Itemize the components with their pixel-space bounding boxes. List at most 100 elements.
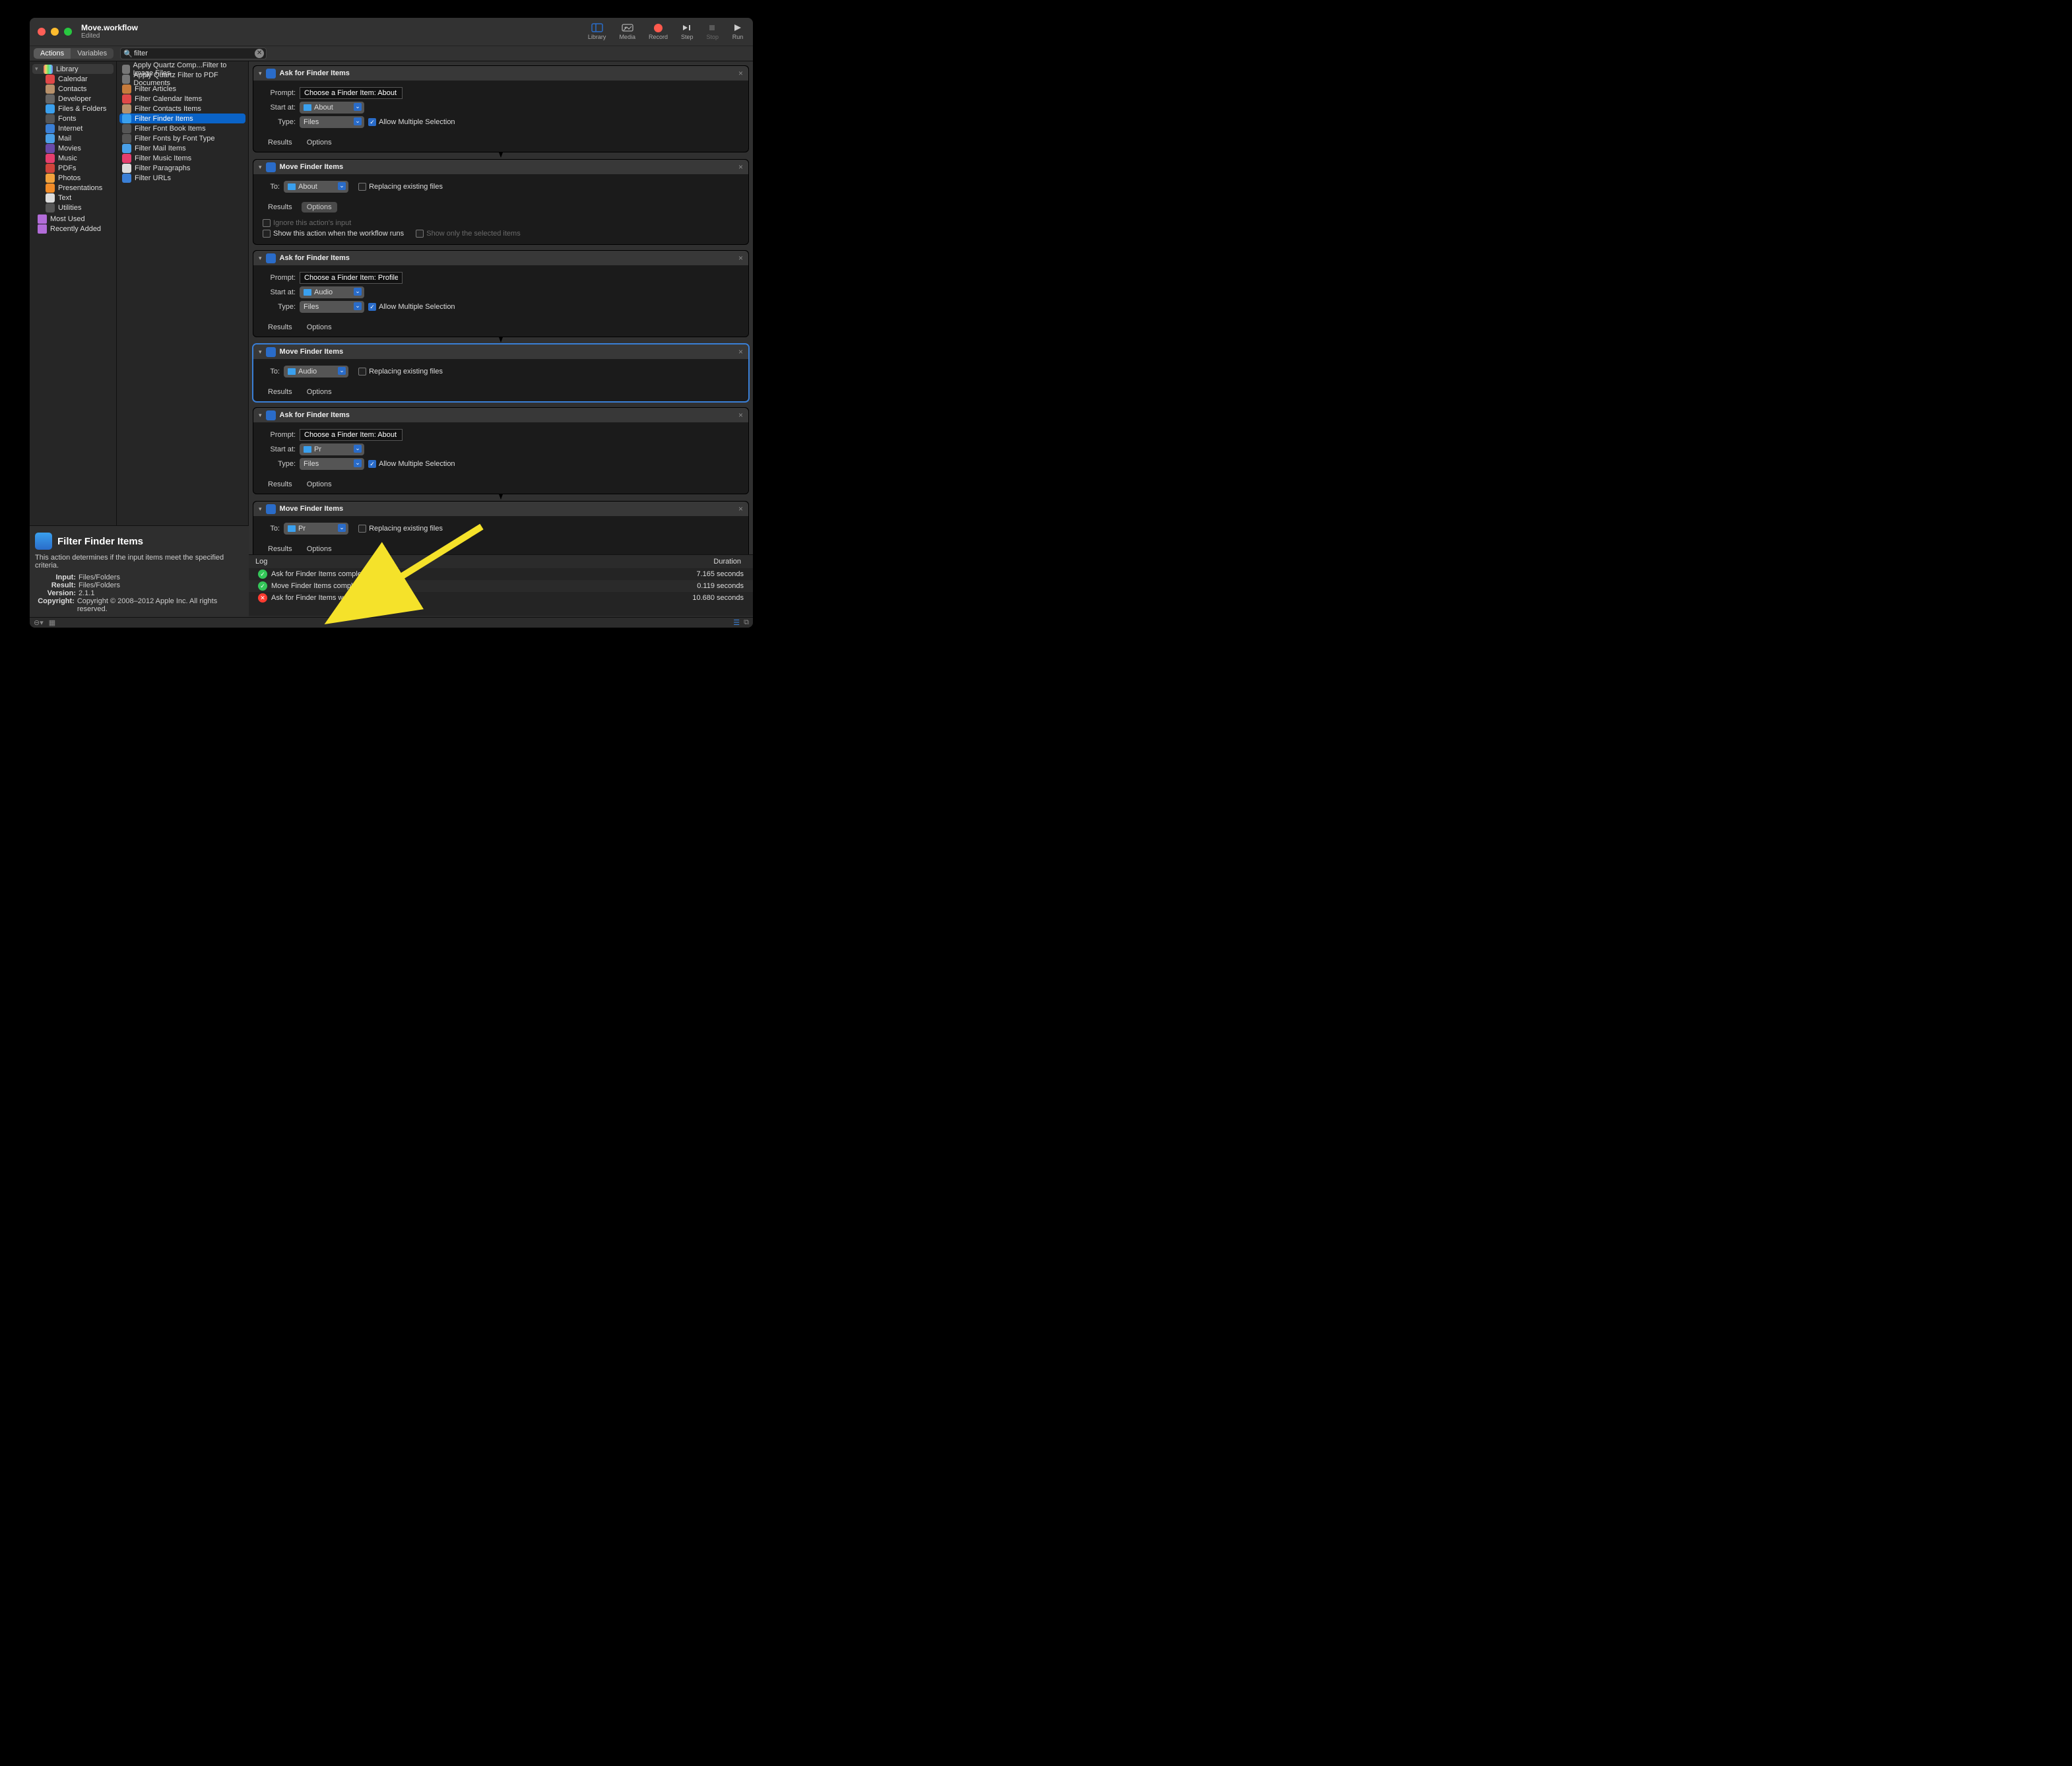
library-item[interactable]: Photos <box>30 173 116 183</box>
checkbox[interactable]: Allow Multiple Selection <box>368 460 455 468</box>
library-item[interactable]: Movies <box>30 143 116 153</box>
search-input[interactable] <box>120 48 267 59</box>
disclosure-icon[interactable]: ▾ <box>259 164 262 171</box>
results-button[interactable]: Results <box>263 479 298 490</box>
remove-action-button[interactable]: × <box>738 69 743 78</box>
smart-folder-item[interactable]: Most Used <box>30 214 116 224</box>
action-header[interactable]: ▾ Move Finder Items × <box>253 502 748 516</box>
smart-folder-item[interactable]: Recently Added <box>30 224 116 234</box>
checkbox[interactable]: Replacing existing files <box>358 183 443 191</box>
ask-finder-items-action[interactable]: ▾ Ask for Finder Items × Prompt: Start a… <box>253 407 749 494</box>
action-list-item[interactable]: Filter URLs <box>117 173 248 183</box>
action-list-item[interactable]: Filter Music Items <box>117 153 248 163</box>
action-list-item[interactable]: Filter Paragraphs <box>117 163 248 173</box>
library-item[interactable]: Music <box>30 153 116 163</box>
run-button[interactable]: Run <box>732 23 744 40</box>
action-header[interactable]: ▾ Move Finder Items × <box>253 344 748 359</box>
library-item[interactable]: Files & Folders <box>30 104 116 114</box>
action-header[interactable]: ▾ Ask for Finder Items × <box>253 408 748 422</box>
checkbox[interactable]: Replacing existing files <box>358 368 443 376</box>
log-outline-icon[interactable]: ⧉ <box>744 618 749 627</box>
prompt-field[interactable] <box>300 87 403 99</box>
library-item[interactable]: Utilities <box>30 203 116 213</box>
results-button[interactable]: Results <box>263 544 298 554</box>
remove-action-button[interactable]: × <box>738 504 743 513</box>
action-header[interactable]: ▾ Move Finder Items × <box>253 160 748 174</box>
dropdown[interactable]: Audio <box>300 286 364 298</box>
options-button[interactable]: Options <box>302 137 337 148</box>
disclosure-icon[interactable]: ▾ <box>259 506 262 513</box>
dropdown[interactable]: Pr <box>300 443 364 455</box>
checkbox[interactable]: Allow Multiple Selection <box>368 118 455 126</box>
results-button[interactable]: Results <box>263 202 298 213</box>
library-item[interactable]: Contacts <box>30 84 116 94</box>
disclosure-icon[interactable]: ▾ <box>259 348 262 356</box>
checkbox[interactable]: Allow Multiple Selection <box>368 303 455 311</box>
remove-action-button[interactable]: × <box>738 253 743 263</box>
log-row[interactable]: ✕ Ask for Finder Items was stopped 10.68… <box>249 592 753 604</box>
ask-finder-items-action[interactable]: ▾ Ask for Finder Items × Prompt: Start a… <box>253 250 749 337</box>
tab-variables[interactable]: Variables <box>71 48 113 59</box>
options-button[interactable]: Options <box>302 479 337 490</box>
options-button[interactable]: Options <box>302 202 337 213</box>
dropdown[interactable]: About <box>300 102 364 114</box>
options-button[interactable]: Options <box>302 544 337 554</box>
library-item[interactable]: Presentations <box>30 183 116 193</box>
move-finder-items-action[interactable]: ▾ Move Finder Items × To: Audio Replacin… <box>253 344 749 402</box>
action-list-item[interactable]: Filter Fonts by Font Type <box>117 133 248 143</box>
tab-actions[interactable]: Actions <box>34 48 71 59</box>
dropdown[interactable]: About <box>284 181 348 193</box>
library-item[interactable]: Calendar <box>30 74 116 84</box>
library-item[interactable]: Mail <box>30 133 116 143</box>
remove-action-button[interactable]: × <box>738 410 743 420</box>
grid-icon[interactable]: ▦ <box>49 618 55 627</box>
remove-action-button[interactable]: × <box>738 347 743 356</box>
zoom-window-button[interactable] <box>64 28 72 36</box>
media-button[interactable]: Media <box>619 23 635 40</box>
settings-icon[interactable]: ⊖▾ <box>34 618 44 627</box>
log-row[interactable]: ✓ Ask for Finder Items completed 7.165 s… <box>249 568 753 580</box>
library-item[interactable]: Internet <box>30 123 116 133</box>
move-finder-items-action[interactable]: ▾ Move Finder Items × To: About Replacin… <box>253 159 749 245</box>
dropdown[interactable]: Audio <box>284 366 348 377</box>
prompt-field[interactable] <box>300 272 403 284</box>
action-header[interactable]: ▾ Ask for Finder Items × <box>253 66 748 81</box>
dropdown[interactable]: Pr <box>284 523 348 535</box>
minimize-window-button[interactable] <box>51 28 59 36</box>
results-button[interactable]: Results <box>263 322 298 333</box>
action-list-item[interactable]: Filter Mail Items <box>117 143 248 153</box>
results-button[interactable]: Results <box>263 137 298 148</box>
disclosure-icon[interactable]: ▾ <box>259 255 262 262</box>
checkbox[interactable]: Show this action when the workflow runs <box>263 230 404 238</box>
library-item[interactable]: Fonts <box>30 114 116 123</box>
dropdown[interactable]: Files <box>300 116 364 128</box>
stop-button[interactable]: Stop <box>706 23 719 40</box>
action-list-item[interactable]: Filter Font Book Items <box>117 123 248 133</box>
remove-action-button[interactable]: × <box>738 162 743 172</box>
ask-finder-items-action[interactable]: ▾ Ask for Finder Items × Prompt: Start a… <box>253 65 749 152</box>
action-list-item[interactable]: Filter Calendar Items <box>117 94 248 104</box>
record-button[interactable]: Record <box>649 23 668 40</box>
close-window-button[interactable] <box>38 28 46 36</box>
action-list-item[interactable]: Apply Quartz Filter to PDF Documents <box>117 74 248 84</box>
library-item[interactable]: PDFs <box>30 163 116 173</box>
log-row[interactable]: ✓ Move Finder Items completed 0.119 seco… <box>249 580 753 592</box>
library-header[interactable]: ▾ Library <box>32 64 113 74</box>
action-list-item[interactable]: Filter Finder Items <box>119 114 245 123</box>
log-list-icon[interactable]: ☰ <box>733 618 740 627</box>
step-button[interactable]: Step <box>681 23 694 40</box>
move-finder-items-action[interactable]: ▾ Move Finder Items × To: Pr Replacing e… <box>253 501 749 554</box>
checkbox[interactable]: Replacing existing files <box>358 525 443 533</box>
prompt-field[interactable] <box>300 429 403 441</box>
action-header[interactable]: ▾ Ask for Finder Items × <box>253 251 748 265</box>
disclosure-icon[interactable]: ▾ <box>259 412 262 419</box>
options-button[interactable]: Options <box>302 322 337 333</box>
workflow-scroll[interactable]: ▾ Ask for Finder Items × Prompt: Start a… <box>249 61 753 554</box>
dropdown[interactable]: Files <box>300 301 364 313</box>
results-button[interactable]: Results <box>263 387 298 397</box>
options-button[interactable]: Options <box>302 387 337 397</box>
library-toggle[interactable]: Library <box>588 23 606 40</box>
action-list-item[interactable]: Filter Contacts Items <box>117 104 248 114</box>
library-item[interactable]: Text <box>30 193 116 203</box>
disclosure-icon[interactable]: ▾ <box>259 70 262 77</box>
